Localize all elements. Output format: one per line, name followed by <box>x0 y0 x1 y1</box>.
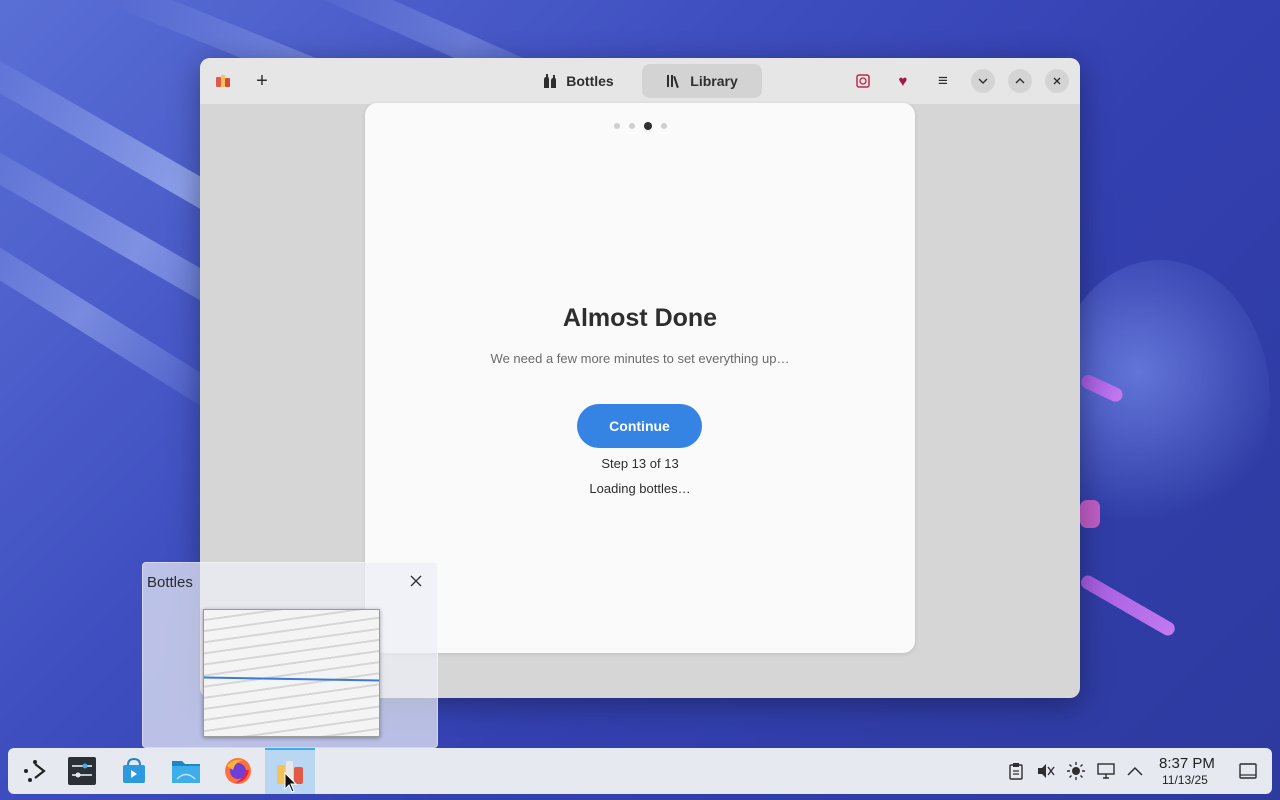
show-desktop-icon[interactable] <box>1238 761 1258 781</box>
onboarding-title: Almost Done <box>562 304 718 332</box>
tab-bottles-label: Bottles <box>566 73 614 89</box>
onboarding-subtitle: We need a few more minutes to set everyt… <box>490 351 790 366</box>
hamburger-menu-icon: ≡ <box>938 71 948 90</box>
page-dot-active[interactable] <box>643 122 652 130</box>
minimize-button[interactable] <box>971 69 995 93</box>
continue-button[interactable]: Continue <box>577 404 702 448</box>
maximize-icon <box>1015 78 1025 84</box>
onboarding-dialog: Almost Done We need a few more minutes t… <box>365 103 915 653</box>
heart-icon: ♥ <box>898 72 908 90</box>
page-dot[interactable] <box>613 123 620 129</box>
close-icon <box>410 575 422 587</box>
window-thumbnail[interactable] <box>203 609 380 737</box>
minimize-icon <box>978 78 988 84</box>
preview-title: Bottles <box>147 574 193 591</box>
love-button[interactable]: ♥ <box>889 67 917 95</box>
close-icon <box>1053 77 1061 85</box>
page-dot[interactable] <box>660 123 667 129</box>
tab-library[interactable]: Library <box>642 64 762 98</box>
tab-library-label: Library <box>690 73 738 89</box>
library-icon <box>667 75 680 89</box>
taskbar-file-manager[interactable] <box>163 748 209 794</box>
firefox-icon <box>225 758 251 784</box>
donate-button[interactable] <box>849 67 877 95</box>
page-indicator <box>365 122 915 130</box>
preview-close-button[interactable] <box>409 572 423 592</box>
donate-icon <box>856 74 870 88</box>
mouse-cursor-icon <box>284 772 298 793</box>
volume-muted-icon[interactable] <box>1036 761 1056 781</box>
system-settings-icon <box>68 757 96 785</box>
close-button[interactable] <box>1045 69 1069 93</box>
tab-bottles[interactable]: Bottles <box>530 64 626 98</box>
add-bottle-button[interactable]: + <box>248 67 276 95</box>
application-launcher-icon <box>24 760 46 782</box>
discover-store-icon <box>123 757 145 783</box>
clipboard-icon[interactable] <box>1006 761 1026 781</box>
main-menu-button[interactable]: ≡ <box>929 67 957 95</box>
brightness-icon[interactable] <box>1066 761 1086 781</box>
page-dot[interactable] <box>628 123 635 129</box>
taskbar-discover[interactable] <box>111 748 157 794</box>
window-preview-tooltip: Bottles <box>142 562 438 748</box>
header-bar: + Bottles Library ♥ ≡ <box>200 58 1080 104</box>
step-counter: Step 13 of 13 <box>601 456 679 471</box>
taskbar-firefox[interactable] <box>215 748 261 794</box>
application-launcher[interactable] <box>12 748 58 794</box>
bottles-app-icon[interactable] <box>209 67 237 95</box>
taskbar-system-settings[interactable] <box>59 748 105 794</box>
clock-time[interactable]: 8:37 PM <box>1159 755 1215 772</box>
display-icon[interactable] <box>1096 761 1116 781</box>
taskbar: 8:37 PM 11/13/25 <box>8 748 1272 794</box>
clock-date[interactable]: 11/13/25 <box>1162 773 1208 787</box>
maximize-button[interactable] <box>1008 69 1032 93</box>
chevron-up-icon[interactable] <box>1125 761 1145 781</box>
file-manager-icon <box>172 761 200 783</box>
bottles-icon <box>544 74 557 88</box>
loading-status: Loading bottles… <box>589 481 691 496</box>
plus-icon: + <box>256 70 268 92</box>
